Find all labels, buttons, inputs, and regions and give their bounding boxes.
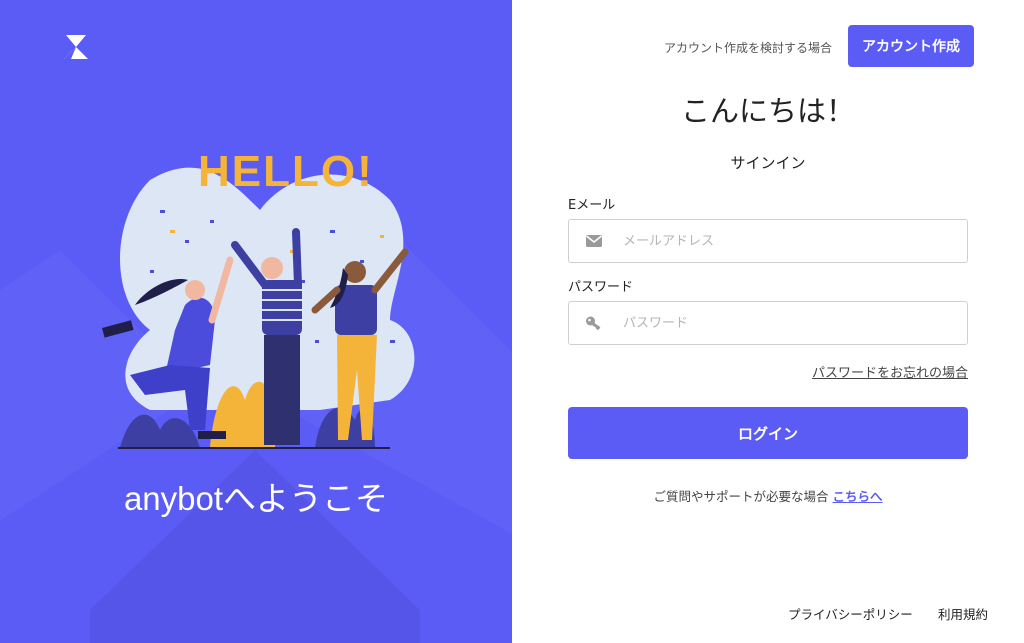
signup-prompt: アカウント作成を検討する場合	[663, 41, 832, 55]
help-link[interactable]: こちらへ	[832, 489, 882, 504]
help-prompt: ご質問やサポートが必要な場合	[653, 489, 829, 504]
email-field[interactable]	[568, 219, 968, 263]
email-input[interactable]	[623, 220, 953, 262]
terms-link[interactable]: 利用規約	[938, 604, 988, 623]
password-input[interactable]	[623, 302, 953, 344]
email-label: Eメール	[568, 198, 616, 213]
hello-text: HELLO!	[198, 147, 374, 196]
anybot-logo	[64, 35, 88, 59]
signin-subtitle: サインイン	[730, 154, 806, 172]
greeting-heading: こんにちは！	[680, 94, 855, 128]
key-icon	[586, 316, 601, 331]
password-field[interactable]	[568, 301, 968, 345]
login-button[interactable]: ログイン	[568, 407, 968, 459]
welcome-panel: HELLO! anybotへようこそ	[0, 0, 512, 643]
login-panel: アカウント作成を検討する場合 アカウント作成 こんにちは！ サインイン Eメール…	[512, 0, 1024, 643]
help-text: ご質問やサポートが必要な場合 こちらへ	[512, 486, 1024, 505]
create-account-button[interactable]: アカウント作成	[848, 25, 974, 67]
privacy-policy-link[interactable]: プライバシーポリシー	[788, 604, 913, 623]
forgot-password-link[interactable]: パスワードをお忘れの場合	[812, 362, 968, 381]
hello-illustration: HELLO!	[102, 147, 415, 449]
password-label: パスワード	[568, 280, 634, 295]
envelope-icon	[586, 235, 602, 247]
welcome-heading: anybotへようこそ	[123, 480, 389, 517]
